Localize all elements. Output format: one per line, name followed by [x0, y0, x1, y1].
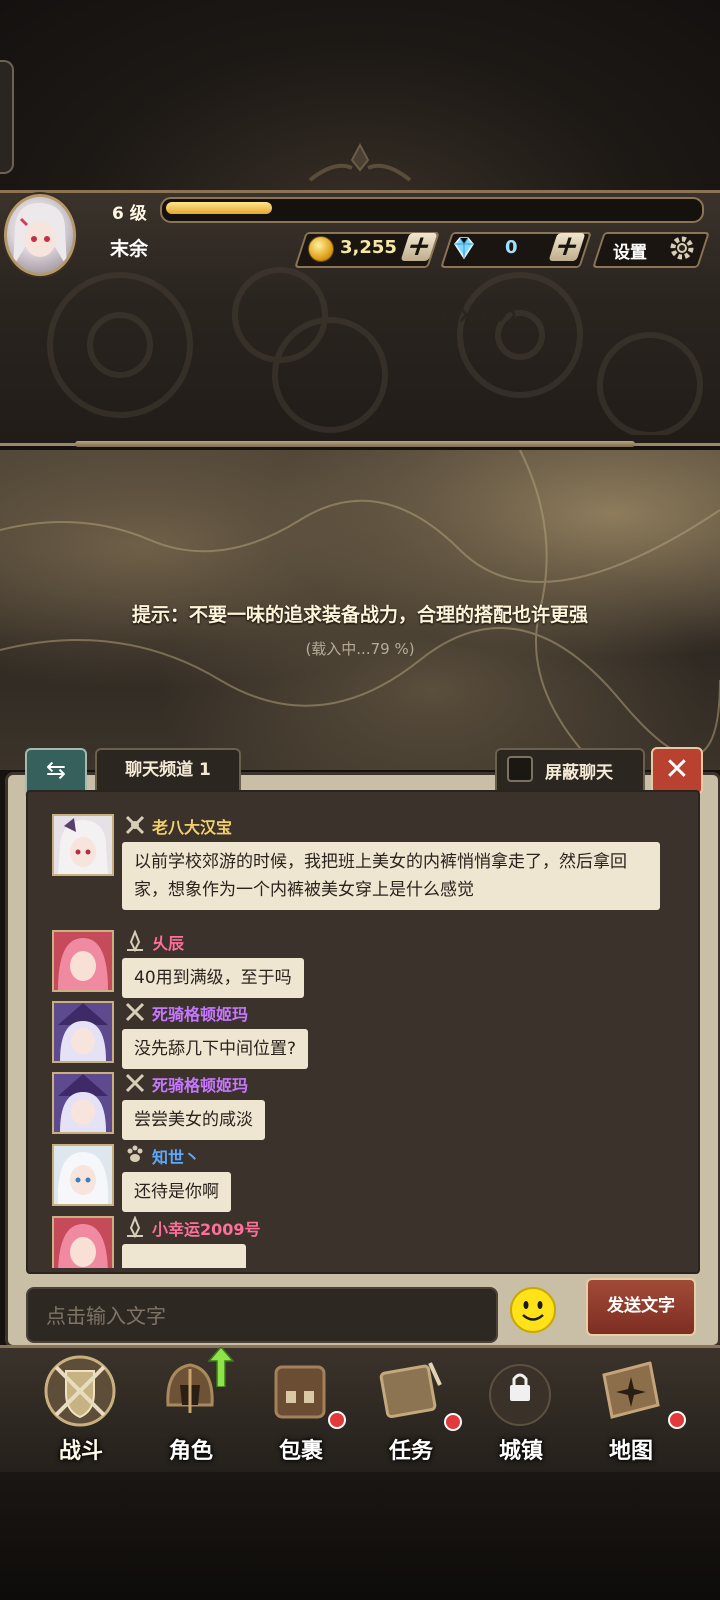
diamond-amount: 0	[505, 237, 518, 258]
message-bubble: 没先舔几下中间位置?	[122, 1029, 309, 1069]
quest-scroll-icon	[379, 1362, 442, 1419]
gears-decoration	[47, 267, 703, 435]
sender-name[interactable]: 乆辰	[152, 930, 184, 954]
loading-progress-text: (载入中...79 %)	[305, 640, 415, 658]
nav-quests[interactable]: 任务	[356, 1355, 466, 1465]
chat-message: 小幸运2009号	[52, 1216, 672, 1268]
close-chat-button[interactable]: ✕	[651, 747, 703, 795]
chat-message: 老八大汉宝 以前学校郊游的时候，我把班上美女的内裤悄悄拿走了，然后拿回家，想象作…	[52, 814, 672, 914]
emoji-icon[interactable]	[509, 1286, 557, 1334]
backpack-icon	[274, 1365, 326, 1419]
coin-amount: 3,255	[340, 237, 397, 258]
nav-label: 角色	[168, 1439, 213, 1464]
notification-dot	[328, 1411, 346, 1429]
level-up-arrow-icon	[208, 1347, 234, 1387]
tab-chat-channel[interactable]: 聊天频道 1	[95, 748, 241, 794]
message-bubble: 40用到满级，至于吗	[122, 958, 304, 998]
send-message-button[interactable]: 发送文字	[586, 1278, 696, 1336]
chat-message: 知世丶 还待是你啊	[52, 1144, 672, 1212]
nav-inventory[interactable]: 包裹	[246, 1355, 356, 1465]
nav-label: 战斗	[58, 1439, 103, 1464]
battle-shield-icon	[44, 1355, 116, 1427]
block-chat-checkbox[interactable]	[507, 756, 533, 782]
rank-badge-icon	[127, 1216, 143, 1238]
diamond-icon	[454, 237, 474, 260]
nav-character[interactable]: 角色	[136, 1347, 246, 1465]
sender-name[interactable]: 老八大汉宝	[152, 814, 232, 838]
sender-name[interactable]: 知世丶	[152, 1144, 200, 1168]
nav-label: 包裹	[278, 1439, 323, 1464]
sender-avatar[interactable]	[52, 1001, 114, 1063]
loading-tip: 提示：不要一味的追求装备战力，合理的搭配也许更强	[131, 604, 588, 626]
sender-avatar[interactable]	[52, 1072, 114, 1134]
message-bubble: 尝尝美女的咸淡	[122, 1100, 265, 1140]
nav-town[interactable]: 城镇	[466, 1355, 576, 1465]
chat-message: 乆辰 40用到满级，至于吗	[52, 930, 672, 998]
side-drawer-handle[interactable]	[0, 60, 14, 174]
sender-name[interactable]: 死骑格顿姬玛	[152, 1072, 248, 1096]
chat-input-placeholder: 点击输入文字	[46, 1304, 166, 1328]
nav-label: 地图	[608, 1439, 653, 1464]
bottom-background	[0, 1472, 720, 1600]
message-bubble: 还待是你啊	[122, 1172, 231, 1212]
sender-avatar[interactable]	[52, 930, 114, 992]
nav-label: 城镇	[498, 1439, 543, 1464]
sender-avatar[interactable]	[52, 814, 114, 876]
chat-message: 死骑格顿姬玛 尝尝美女的咸淡	[52, 1072, 672, 1140]
switch-channel-button[interactable]: ⇆	[25, 748, 87, 796]
block-chat-label: 屏蔽聊天	[545, 763, 613, 783]
rank-badge-icon	[125, 815, 145, 835]
map-compass-icon	[602, 1361, 660, 1419]
header-divider	[75, 441, 635, 447]
chat-message: 死骑格顿姬玛 没先舔几下中间位置?	[52, 1001, 672, 1069]
nav-battle[interactable]: 战斗	[26, 1355, 136, 1465]
gear-icon[interactable]	[668, 234, 696, 262]
rank-badge-icon	[125, 1002, 145, 1022]
message-bubble: 以前学校郊游的时候，我把班上美女的内裤悄悄拿走了，然后拿回家，想象作为一个内裤被…	[122, 842, 660, 910]
ornament-decoration	[308, 142, 412, 182]
rank-badge-icon	[127, 930, 143, 952]
town-locked-icon	[489, 1364, 551, 1426]
nav-map[interactable]: 地图	[576, 1355, 686, 1465]
paw-icon	[127, 1145, 143, 1162]
sender-name[interactable]: 死骑格顿姬玛	[152, 1001, 248, 1025]
gold-coin-icon	[308, 236, 334, 262]
sender-avatar[interactable]	[52, 1216, 114, 1268]
arrows-decoration: ❯❯❯❯❯❯❯❯	[438, 306, 518, 322]
rank-badge-icon	[125, 1073, 145, 1093]
sender-name[interactable]: 小幸运2009号	[152, 1216, 261, 1240]
settings-label: 设置	[613, 243, 647, 263]
message-bubble-stickers	[122, 1244, 246, 1268]
player-name: 末余	[110, 238, 149, 260]
xp-bar-fill	[166, 202, 272, 214]
nav-label: 任务	[388, 1439, 433, 1464]
player-avatar[interactable]	[4, 194, 76, 276]
player-level: 6 级	[112, 204, 147, 224]
sender-avatar[interactable]	[52, 1144, 114, 1206]
notification-dot	[668, 1411, 686, 1429]
notification-dot	[444, 1413, 462, 1431]
